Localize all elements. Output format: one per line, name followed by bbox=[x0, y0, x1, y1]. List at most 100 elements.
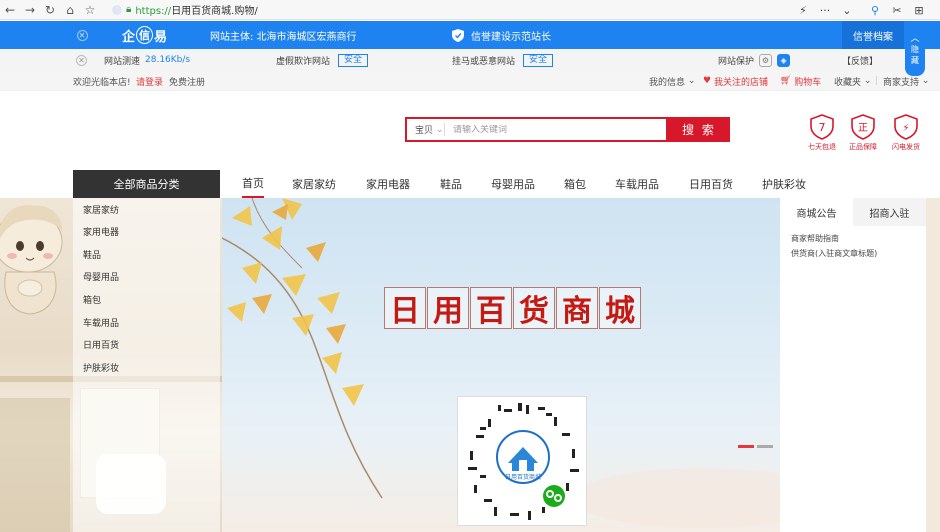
bookmark-star-icon[interactable]: ☆ bbox=[80, 0, 100, 20]
nav-daily[interactable]: 日用百货 bbox=[689, 170, 733, 198]
guarantee-genuine[interactable]: 正 正品保障 bbox=[843, 114, 883, 152]
status-badge: 安全 bbox=[338, 53, 369, 67]
carousel-dot-active[interactable] bbox=[738, 445, 754, 448]
qixinyi-logo: 企信易 bbox=[122, 21, 167, 49]
lock-icon: 🔒︎ bbox=[126, 4, 132, 15]
chevron-up-icon: ︿ bbox=[910, 34, 920, 44]
carousel-dot[interactable] bbox=[757, 445, 773, 448]
guarantee-mark: 正 bbox=[858, 123, 868, 134]
seven-day-return-icon: 7 bbox=[810, 114, 834, 140]
lightning-icon[interactable]: ⚡ bbox=[792, 0, 814, 20]
nav-bags[interactable]: 箱包 bbox=[564, 170, 586, 198]
status-badge: 安全 bbox=[523, 53, 554, 67]
guarantee-fast-ship[interactable]: ⚡ 闪电发货 bbox=[886, 114, 926, 152]
tab-mall-notice[interactable]: 商城公告 bbox=[780, 198, 853, 226]
carousel-indicators bbox=[738, 445, 776, 448]
speed-test: 网站测速 28.16Kb/s bbox=[104, 55, 191, 67]
site-subject: 网站主体: 北海市海城区宏燕商行 bbox=[210, 31, 357, 43]
guarantee-seven-day[interactable]: 7 七天包退 bbox=[802, 114, 842, 152]
notice-item[interactable]: 供货商(入驻商文章标题) bbox=[791, 248, 877, 259]
banner-title-char: 货 bbox=[513, 287, 555, 329]
banner-title-char: 百 bbox=[470, 287, 512, 329]
chevron-down-icon: ⌄ bbox=[861, 76, 872, 86]
nav-car[interactable]: 车载用品 bbox=[615, 170, 659, 198]
protection-gear-icon[interactable]: ⚙ bbox=[759, 53, 773, 67]
genuine-guarantee-icon: 正 bbox=[851, 114, 875, 140]
tab-merchant-join[interactable]: 招商入驻 bbox=[853, 198, 926, 226]
monitor-close[interactable]: ✕ bbox=[76, 49, 87, 71]
nav-beauty[interactable]: 护肤彩妆 bbox=[762, 170, 806, 198]
search-icon[interactable]: ⚲ bbox=[864, 0, 886, 20]
shield-icon bbox=[452, 28, 464, 42]
separator: | bbox=[875, 76, 879, 86]
banner-title-char: 城 bbox=[599, 287, 641, 329]
my-info-menu[interactable]: 我的信息 ⌄ bbox=[649, 71, 695, 91]
register-link[interactable]: 免费注册 bbox=[169, 71, 205, 91]
security-monitor-bar: ✕ 网站测速 28.16Kb/s 虚假欺诈网站 安全 挂马或恶意网站 安全 网站保护 … bbox=[0, 49, 940, 71]
cart-link[interactable]: 🛒︎ 购物车 bbox=[780, 71, 821, 91]
search-button[interactable]: 搜 索 bbox=[668, 117, 730, 142]
mini-program-qr-code: 日用百货商城 bbox=[457, 396, 587, 526]
guarantee-label: 正品保障 bbox=[849, 143, 877, 151]
close-icon: ✕ bbox=[76, 29, 88, 41]
followed-shops-link[interactable]: ♥ 我关注的店铺 bbox=[703, 71, 768, 91]
site-identity-icon bbox=[112, 4, 122, 15]
scissors-icon[interactable]: ✂ bbox=[886, 0, 908, 20]
site-top-bar: 欢迎光临本店! 请登录 免费注册 我的信息 ⌄ ♥ 我关注的店铺 🛒︎ 购物车 … bbox=[0, 71, 940, 91]
home-icon[interactable]: ⌂ bbox=[60, 0, 80, 20]
box-decoration bbox=[0, 398, 70, 532]
browser-toolbar: ← → ↻ ⌂ ☆ 🔒︎ https://日用百货商城.购物/ ⚡ ··· ⌄ … bbox=[0, 0, 940, 20]
nav-appliances[interactable]: 家用电器 bbox=[366, 170, 410, 198]
nav-home-textiles[interactable]: 家居家纺 bbox=[292, 170, 336, 198]
guarantee-mark: ⚡ bbox=[902, 123, 909, 134]
category-item[interactable]: 箱包 bbox=[83, 292, 101, 306]
heart-icon: ♥ bbox=[703, 76, 714, 86]
hide-toggle[interactable]: ︿ 隐 藏 bbox=[905, 21, 925, 76]
trojan-site-check: 挂马或恶意网站 安全 bbox=[452, 49, 554, 71]
search-scope-select[interactable]: 宝贝 ⌄ bbox=[407, 123, 445, 136]
notice-item[interactable]: 商家帮助指南 bbox=[791, 233, 839, 244]
nav-shoes[interactable]: 鞋品 bbox=[440, 170, 462, 198]
address-bar[interactable]: 🔒︎ https://日用百货商城.购物/ bbox=[112, 2, 752, 18]
plush-doll-image bbox=[0, 205, 63, 315]
trust-bar-close[interactable]: ✕ bbox=[76, 21, 88, 49]
more-icon[interactable]: ··· bbox=[814, 0, 836, 20]
search-box: 宝贝 ⌄ bbox=[405, 117, 668, 142]
merchant-support-menu[interactable]: 商家支持 ⌄ bbox=[883, 71, 929, 91]
site-protection: 网站保护 ⚙ ◈ bbox=[718, 49, 791, 71]
category-item[interactable]: 母婴用品 bbox=[83, 269, 119, 283]
login-link[interactable]: 请登录 bbox=[136, 71, 163, 91]
background-decoration-right bbox=[926, 198, 940, 532]
category-item[interactable]: 护肤彩妆 bbox=[83, 360, 119, 374]
nav-home[interactable]: 首页 bbox=[242, 170, 264, 198]
trust-archive-button[interactable]: 信誉档案 bbox=[842, 21, 904, 49]
category-item[interactable]: 鞋品 bbox=[83, 247, 101, 261]
qr-code-image: 日用百货商城 bbox=[468, 403, 579, 520]
category-list: 家居家纺 家用电器 鞋品 母婴用品 箱包 车载用品 日用百货 护肤彩妆 bbox=[73, 198, 220, 532]
chevron-down-icon[interactable]: ⌄ bbox=[836, 0, 858, 20]
url-text: https://日用百货商城.购物/ bbox=[135, 6, 258, 17]
back-icon[interactable]: ← bbox=[0, 0, 20, 20]
chevron-down-icon: ⌄ bbox=[685, 76, 696, 86]
category-item[interactable]: 车载用品 bbox=[83, 315, 119, 329]
banner-title: 日 用 百 货 商 城 bbox=[384, 287, 642, 329]
chevron-down-icon: ⌄ bbox=[919, 76, 930, 86]
trust-shield[interactable]: 信誉建设示范站长 bbox=[452, 21, 551, 49]
feedback-link[interactable]: 【反馈】 bbox=[842, 49, 878, 71]
grid-icon[interactable]: ⊞ bbox=[908, 0, 930, 20]
lightning-ship-icon: ⚡ bbox=[894, 114, 918, 140]
welcome-text: 欢迎光临本店! bbox=[73, 77, 131, 88]
forward-icon[interactable]: → bbox=[20, 0, 40, 20]
protection-shield-icon[interactable]: ◈ bbox=[777, 53, 791, 67]
search-input[interactable] bbox=[453, 124, 653, 135]
nav-baby[interactable]: 母婴用品 bbox=[491, 170, 535, 198]
category-item[interactable]: 家用电器 bbox=[83, 224, 119, 238]
category-item[interactable]: 日用百货 bbox=[83, 337, 119, 351]
hero-banner[interactable]: 日 用 百 货 商 城 日用百货商城 bbox=[222, 198, 780, 532]
all-categories-button[interactable]: 全部商品分类 bbox=[73, 170, 220, 198]
category-item[interactable]: 家居家纺 bbox=[83, 202, 119, 216]
favorites-menu[interactable]: 收藏夹 ⌄ bbox=[834, 71, 871, 91]
trust-bar: ✕ 企信易 网站主体: 北海市海城区宏燕商行 信誉建设示范站长 信誉档案 ︿ 隐… bbox=[0, 21, 940, 76]
guarantee-label: 闪电发货 bbox=[892, 143, 920, 151]
reload-icon[interactable]: ↻ bbox=[40, 0, 60, 20]
